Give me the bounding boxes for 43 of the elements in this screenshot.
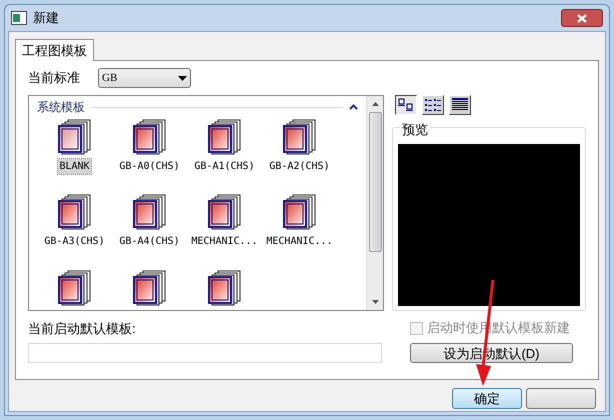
scroll-up-icon [372, 102, 378, 106]
default-template-label: 当前启动默认模板: [28, 320, 137, 337]
template-label[interactable]: GB-A1(CHS) [193, 159, 256, 174]
template-document-icon [58, 270, 92, 306]
template-document-icon [132, 270, 166, 306]
template-label[interactable]: MECHANIC... [190, 234, 259, 249]
template-document-icon [58, 119, 92, 155]
template-label[interactable]: GB-A3(CHS) [43, 234, 106, 249]
template-label[interactable]: GB-A2(CHS) [268, 159, 331, 174]
template-document-icon [208, 194, 242, 230]
large-icons-view-icon [398, 98, 414, 112]
template-label[interactable]: GB-A0(CHS) [118, 159, 181, 174]
template-document-icon [282, 119, 316, 155]
group-header: 系统模板 [37, 99, 85, 116]
template-item[interactable] [206, 269, 242, 307]
tab[interactable]: 工程图模板 [15, 39, 94, 61]
template-label[interactable]: GB-A4(CHS) [118, 234, 181, 249]
details-view-icon [451, 98, 469, 112]
window-app-icon [11, 11, 27, 25]
template-document-icon [132, 194, 166, 230]
close-icon [577, 14, 587, 22]
dropdown-arrow-icon [178, 76, 187, 80]
cancel-button[interactable] [526, 388, 596, 409]
ok-button[interactable]: 确定 [452, 388, 522, 409]
standard-label: 当前标准 [28, 69, 80, 88]
view-mode-button[interactable] [395, 95, 417, 115]
template-document-icon [208, 270, 242, 306]
template-item[interactable] [56, 269, 92, 307]
template-document-icon [58, 194, 92, 230]
template-item[interactable] [132, 269, 168, 307]
standard-dropdown[interactable]: GB [98, 68, 191, 88]
vertical-scrollbar[interactable] [366, 96, 383, 310]
window-title: 新建 [33, 9, 59, 28]
list-view-icon [424, 98, 442, 112]
template-label[interactable]: MECHANIC... [265, 234, 334, 249]
default-template-field[interactable] [28, 343, 382, 363]
collapse-chevron-icon[interactable] [349, 104, 358, 110]
close-button[interactable] [561, 9, 603, 27]
template-label[interactable]: BLANK [58, 159, 91, 174]
template-document-icon [282, 194, 316, 230]
template-document-icon [132, 119, 166, 155]
scroll-down-icon [372, 300, 378, 304]
template-document-icon [208, 119, 242, 155]
